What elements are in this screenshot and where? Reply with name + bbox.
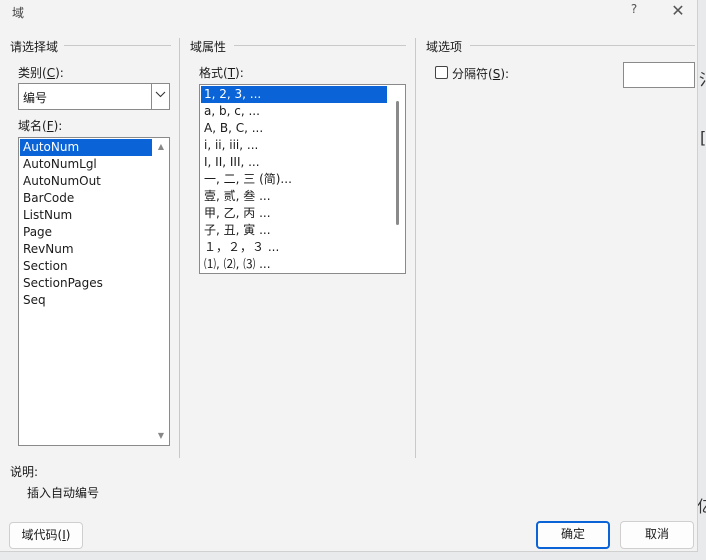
background-fragment: 氵 xyxy=(699,66,706,90)
separator-input[interactable] xyxy=(623,62,695,88)
format-item[interactable]: a, b, c, ... xyxy=(201,103,387,120)
description-label: 说明: xyxy=(10,465,39,479)
format-item[interactable]: I, II, III, ... xyxy=(201,154,387,171)
field-names-list[interactable]: AutoNum AutoNumLgl AutoNumOut BarCode ListNu… xyxy=(18,137,170,446)
format-item[interactable]: 1, 2, 3, ... xyxy=(201,86,387,103)
format-item[interactable]: i, ii, iii, ... xyxy=(201,137,387,154)
background-fragment: [ xyxy=(700,128,706,147)
description-text: 插入自动编号 xyxy=(27,486,100,500)
separator-label[interactable]: 分隔符(S): xyxy=(452,65,509,82)
column-divider xyxy=(179,38,180,458)
format-label: 格式(T): xyxy=(199,66,244,80)
format-list[interactable]: 1, 2, 3, ... a, b, c, ... A, B, C, ... i, i… xyxy=(199,84,406,274)
title-bar: 域 ? ✕ xyxy=(0,0,698,26)
dialog-title: 域 xyxy=(12,6,25,20)
background-fragment: 亿 xyxy=(697,497,706,516)
field-properties-group-title: 域属性 xyxy=(190,40,227,54)
column-divider xyxy=(415,38,416,458)
field-names-label: 域名(F): xyxy=(18,119,63,133)
ok-button[interactable]: 确定 xyxy=(536,521,610,549)
scroll-up-icon[interactable]: ▲ xyxy=(153,140,169,154)
format-item[interactable]: 甲, 乙, 丙 ... xyxy=(201,205,387,222)
separator-checkbox[interactable] xyxy=(435,66,448,79)
chevron-down-icon[interactable] xyxy=(151,84,169,109)
field-name-item[interactable]: AutoNumLgl xyxy=(20,156,152,173)
group-divider xyxy=(234,45,406,46)
field-name-item[interactable]: Page xyxy=(20,224,152,241)
field-name-item[interactable]: ListNum xyxy=(20,207,152,224)
choose-field-group-title: 请选择域 xyxy=(10,40,59,54)
field-names-scrollbar[interactable]: ▲ ▼ xyxy=(153,138,169,445)
field-name-item[interactable]: AutoNumOut xyxy=(20,173,152,190)
format-item[interactable]: １，２，３ ... xyxy=(201,239,387,256)
field-codes-button[interactable]: 域代码(I) xyxy=(9,522,83,549)
format-item[interactable]: ⑴, ⑵, ⑶ ... xyxy=(201,256,387,273)
category-label: 类别(C): xyxy=(18,66,64,80)
format-scrollbar-thumb[interactable] xyxy=(396,101,399,225)
format-item[interactable]: 壹, 贰, 叁 ... xyxy=(201,188,387,205)
close-button[interactable]: ✕ xyxy=(668,1,688,21)
group-divider xyxy=(470,45,695,46)
field-name-item[interactable]: AutoNum xyxy=(20,139,152,156)
field-name-item[interactable]: Section xyxy=(20,258,152,275)
category-dropdown[interactable]: 编号 xyxy=(18,83,170,110)
field-name-item[interactable]: RevNum xyxy=(20,241,152,258)
field-name-item[interactable]: BarCode xyxy=(20,190,152,207)
scroll-down-icon[interactable]: ▼ xyxy=(153,429,169,443)
close-icon: ✕ xyxy=(671,1,685,20)
field-name-item[interactable]: SectionPages xyxy=(20,275,152,292)
cancel-button[interactable]: 取消 xyxy=(620,521,694,549)
format-item[interactable]: A, B, C, ... xyxy=(201,120,387,137)
field-dialog: 域 ? ✕ 请选择域 类别(C): 编号 域名(F): AutoNum AutoN… xyxy=(0,0,698,552)
help-button[interactable]: ? xyxy=(626,2,642,22)
field-options-group-title: 域选项 xyxy=(426,40,463,54)
field-name-item[interactable]: Seq xyxy=(20,292,152,309)
category-value: 编号 xyxy=(23,91,48,105)
format-item[interactable]: 一, 二, 三 (简)... xyxy=(201,171,387,188)
format-item[interactable]: 子, 丑, 寅 ... xyxy=(201,222,387,239)
group-divider xyxy=(64,45,171,46)
